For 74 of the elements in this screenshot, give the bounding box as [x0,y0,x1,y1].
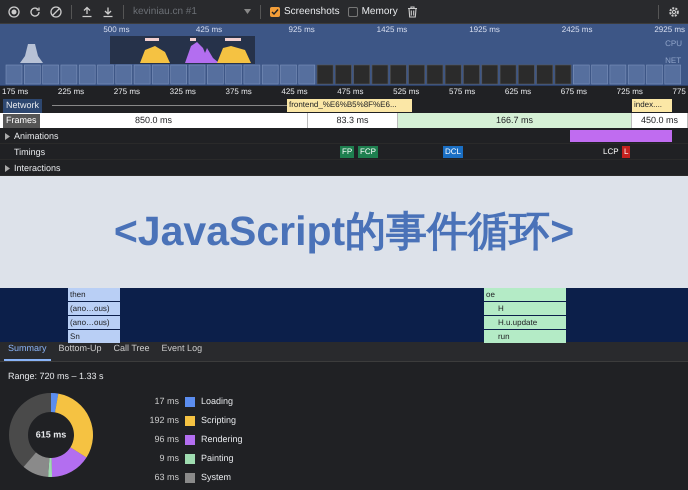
flame-bar[interactable]: Sn [68,330,120,343]
ruler-label: 175 ms [2,86,28,98]
ruler-label: 575 ms [449,86,476,98]
tab[interactable]: Bottom-Up [54,342,106,361]
track-label: Interactions [14,162,61,175]
timing-marker[interactable]: FCP [358,146,378,158]
timing-marker[interactable]: FP [340,146,354,158]
lane-label: CPU [665,38,682,50]
expand-arrow-icon[interactable] [4,133,11,140]
overview-panel[interactable]: 500 ms 425 ms 925 ms 1425 ms 1925 ms 2425 ms 2925 ms CPU NET [0,24,688,86]
ruler-label: 775 [672,86,686,98]
timing-marker[interactable]: L [622,146,630,158]
flame-bar[interactable]: oe [484,288,566,301]
legend-value: 96 ms [153,432,179,446]
tick-label: 425 ms [194,24,224,36]
network-request-bar[interactable]: index.... [632,99,672,112]
ruler-label: 475 ms [337,86,364,98]
tick-label: 2925 ms [653,24,686,36]
banner-title: <JavaScript的事件循环> [114,207,574,256]
expand-arrow-icon[interactable] [4,165,11,172]
checkbox-label: Memory [362,5,398,19]
settings-icon[interactable] [668,6,680,18]
range-text: Range: 720 ms – 1.33 s [8,370,105,383]
tab[interactable]: Call Tree [110,342,154,361]
legend-value: 63 ms [153,470,179,484]
legend-label: Loading [201,394,234,408]
flame-bar[interactable]: H.u.update [484,316,566,329]
timing-marker[interactable]: DCL [443,146,464,158]
ruler-label: 675 ms [560,86,587,98]
download-icon[interactable] [102,6,114,18]
flame-bar[interactable]: (ano…ous) [68,302,120,315]
track-label: Animations [14,130,59,143]
legend-label: System [201,470,232,484]
ruler-label: 325 ms [170,86,196,98]
flame-bar[interactable]: H [484,302,566,315]
flame-bar[interactable]: (ano…ous) [68,316,120,329]
legend-value: 9 ms [158,452,179,465]
total-time: 615 ms [36,428,66,441]
ruler-label: 725 ms [616,86,643,98]
tick-label: 2425 ms [560,24,594,36]
network-request-bar[interactable]: frontend_%E6%B5%8F%E6... [287,99,412,112]
ruler-label: 375 ms [226,86,252,98]
ruler-label: 225 ms [58,86,84,98]
record-icon[interactable] [8,6,20,18]
legend-value: 17 ms [153,394,179,408]
checkbox[interactable] [348,6,358,16]
tick-label: 1925 ms [468,24,501,36]
caret-icon [244,9,251,14]
legend-label: Painting [201,452,234,465]
ruler-label: 275 ms [114,86,140,98]
upload-icon[interactable] [81,6,93,18]
track-label[interactable]: Frames [3,114,40,128]
frame-segment[interactable]: 166.7 ms [398,113,632,128]
trash-icon[interactable] [406,6,418,18]
track-label[interactable]: Network [3,99,42,112]
reload-icon[interactable] [29,6,41,18]
checkbox[interactable] [270,6,280,16]
tick-label: 500 ms [102,24,131,36]
ruler-label: 425 ms [281,86,308,98]
tick-label: 1425 ms [376,24,408,36]
ruler-label: 525 ms [393,86,420,98]
lane-label: NET [665,55,682,67]
track-label: Timings [14,146,46,159]
tab[interactable]: Event Log [158,342,206,361]
flame-bar[interactable]: run [484,330,566,343]
flame-bar[interactable]: then [68,288,120,301]
clear-icon[interactable] [50,6,62,18]
legend-label: Rendering [201,432,243,446]
ruler-label: 625 ms [504,86,532,98]
legend-label: Scripting [201,414,236,427]
legend-value: 192 ms [148,414,179,427]
target-label: keviniau.cn #1 [133,5,197,19]
tick-label: 925 ms [288,24,316,36]
checkbox-label: Screenshots [284,5,340,19]
